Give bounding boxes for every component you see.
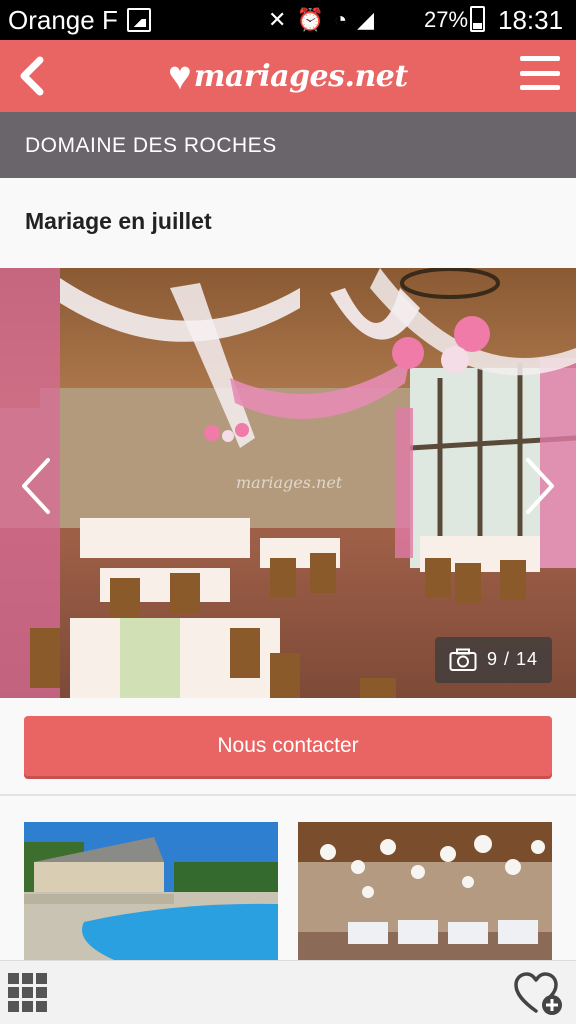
back-button[interactable] [14,50,54,102]
photo-counter: 9 / 14 [435,637,552,683]
grid-menu-button[interactable] [8,973,48,1013]
wifi-icon: ◔ [333,7,348,32]
alarm-icon: ⏰ [296,7,324,32]
previous-photo-button[interactable] [18,456,54,516]
menu-button[interactable] [520,56,560,90]
clock: 18:31 [498,5,564,35]
reception-hall-image: mariages.net [0,268,576,698]
main-photo[interactable]: mariages.net [0,268,576,698]
grid-menu-icon [8,973,19,984]
logo-text: mariages.net [193,58,408,94]
heart-logo-icon: ♥ [168,54,192,98]
site-logo[interactable]: ♥ mariages.net [168,48,408,104]
battery-percent: 27% [424,7,469,32]
mute-icon: ✕ [268,7,287,32]
gallery-notification-icon [127,8,151,32]
heart-add-icon [514,972,562,1015]
venue-bar: DOMAINE DES ROCHES [0,112,576,178]
bottom-bar [0,960,576,1024]
thumbnail-pool[interactable] [24,822,278,960]
contact-button[interactable]: Nous contacter [24,716,552,776]
photo-title-area: Mariage en juillet [0,178,576,268]
chevron-right-icon [526,458,554,514]
chevron-left-icon [20,56,44,96]
thumbnail-hall[interactable] [298,822,552,960]
battery-icon [470,6,485,32]
signal-icon: ◢ [357,7,375,32]
camera-icon [449,648,477,671]
status-icons: ✕ ⏰ ◔ ◢ [268,6,374,34]
photo-title: Mariage en juillet [25,208,212,234]
status-bar: Orange F ✕ ⏰ ◔ ◢ 27% 18:31 [0,0,576,40]
app-header: ♥ mariages.net [0,40,576,112]
next-photo-button[interactable] [522,456,558,516]
hamburger-menu-icon [520,56,560,61]
hall-image [298,822,552,960]
add-favorite-button[interactable] [512,969,564,1017]
photo-watermark: mariages.net [236,473,343,492]
photo-counter-text: 9 / 14 [487,649,539,669]
venue-name[interactable]: DOMAINE DES ROCHES [25,134,277,158]
pool-image [24,822,278,960]
carrier-name: Orange F [8,5,118,35]
chevron-left-icon [22,458,50,514]
